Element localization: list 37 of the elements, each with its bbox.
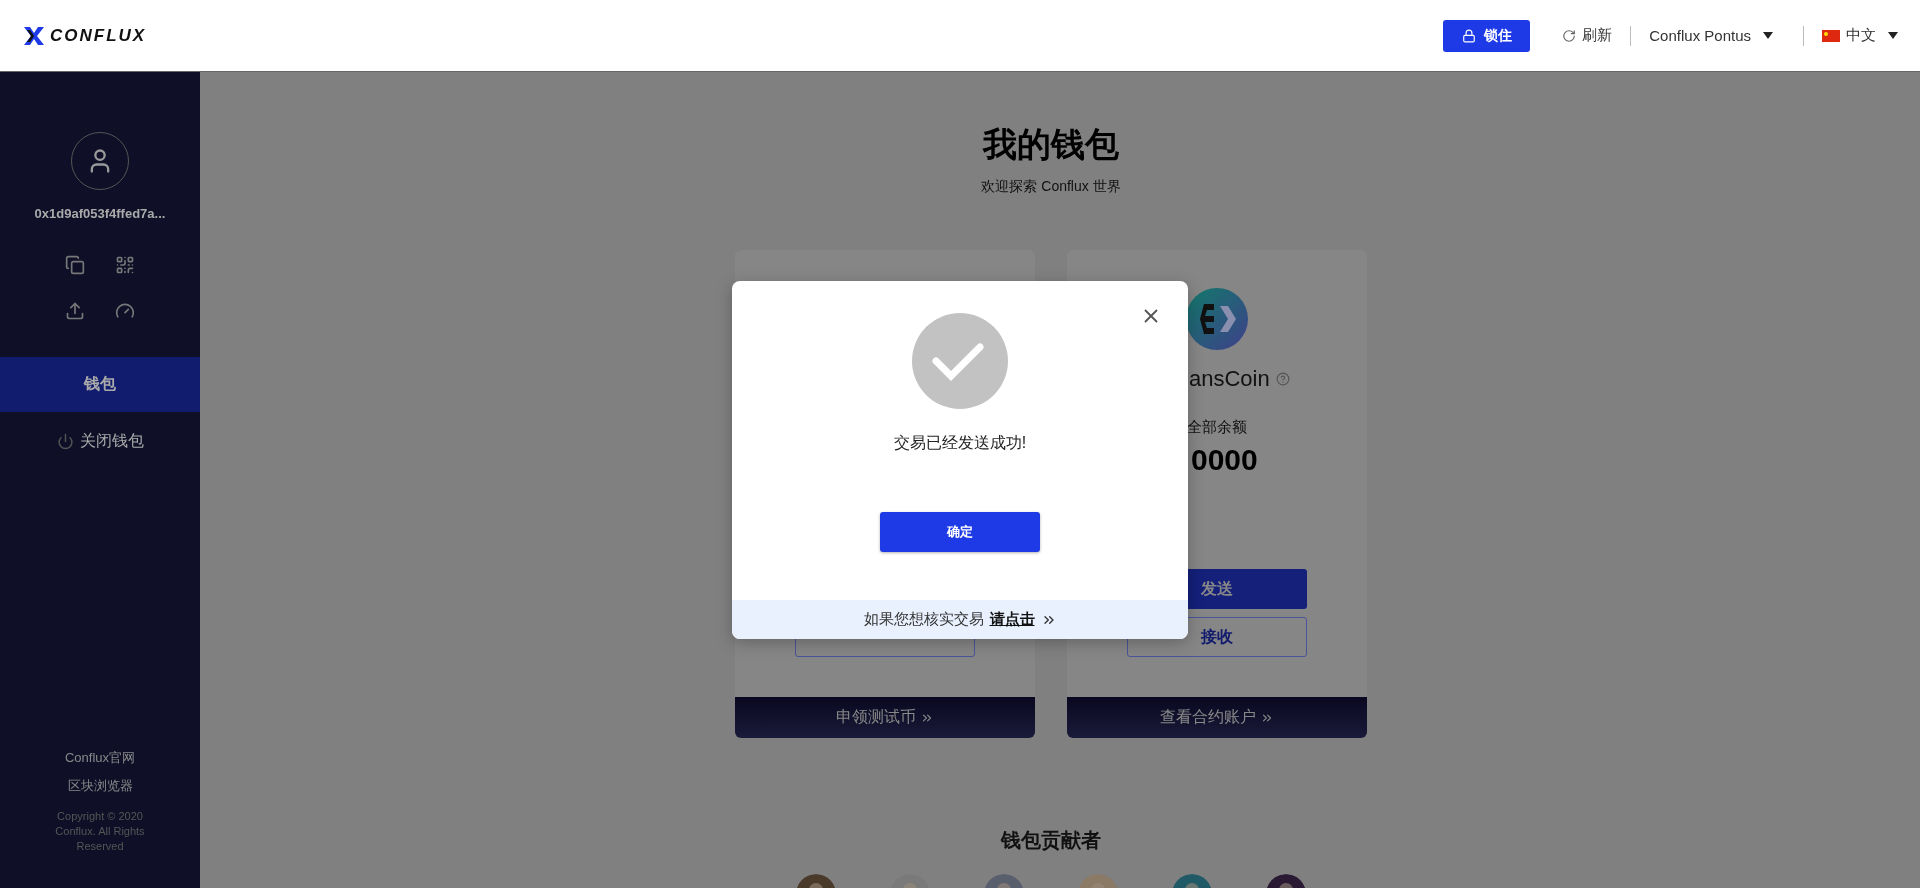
power-icon xyxy=(56,432,74,450)
sidebar-link[interactable]: Conflux官网 xyxy=(64,749,136,767)
upload-icon[interactable] xyxy=(65,301,85,321)
qr-code-icon[interactable] xyxy=(115,255,135,275)
lock-button[interactable]: 锁住 xyxy=(1443,19,1531,52)
card-footer-link[interactable]: 申领测试币 xyxy=(735,697,1035,738)
balance-label: 全部余额 xyxy=(1187,418,1247,437)
caret-down-icon xyxy=(1763,32,1773,39)
success-message: 交易已经发送成功! xyxy=(893,433,1027,453)
help-icon xyxy=(1275,372,1290,386)
caret-down-icon xyxy=(1888,32,1898,39)
refresh-button[interactable]: 刷新 xyxy=(1562,26,1613,45)
wallet-address: 0x1d9af053f4ffed7a... xyxy=(34,206,166,221)
copy-icon[interactable] xyxy=(65,255,85,275)
refresh-icon xyxy=(1562,28,1577,43)
flag-icon xyxy=(1822,29,1840,42)
sidebar-item[interactable]: 钱包 xyxy=(0,357,200,412)
balance-value: 0000 xyxy=(1191,443,1258,477)
confirm-button[interactable]: 确定 xyxy=(880,512,1040,552)
section-title: 钱包贡献者 xyxy=(1001,828,1101,853)
copyright-text: Copyright © 2020 Conflux. All Rights Reserved xyxy=(54,809,146,854)
logo: CONFLUX xyxy=(24,25,147,46)
token-name: ansCoin xyxy=(1189,366,1270,392)
card-footer-link[interactable]: 查看合约账户 xyxy=(1067,697,1367,738)
network-dropdown[interactable]: Conflux Pontus xyxy=(1649,27,1773,44)
gauge-icon[interactable] xyxy=(115,301,135,321)
success-check-icon xyxy=(912,313,1008,409)
language-dropdown[interactable]: 中文 xyxy=(1822,26,1898,45)
sidebar-link[interactable]: 区块浏览器 xyxy=(67,777,133,795)
page-subtitle: 欢迎探索 Conflux 世界 xyxy=(981,178,1121,196)
sidebar-item[interactable]: 关闭钱包 xyxy=(0,416,200,466)
lock-icon xyxy=(1461,28,1476,43)
logo-icon xyxy=(24,26,44,45)
verify-link[interactable]: 请点击 xyxy=(989,610,1035,629)
page-title: 我的钱包 xyxy=(983,124,1119,165)
coin-logo-icon xyxy=(1186,288,1248,350)
footer-text: 如果您想核实交易 xyxy=(863,610,984,629)
